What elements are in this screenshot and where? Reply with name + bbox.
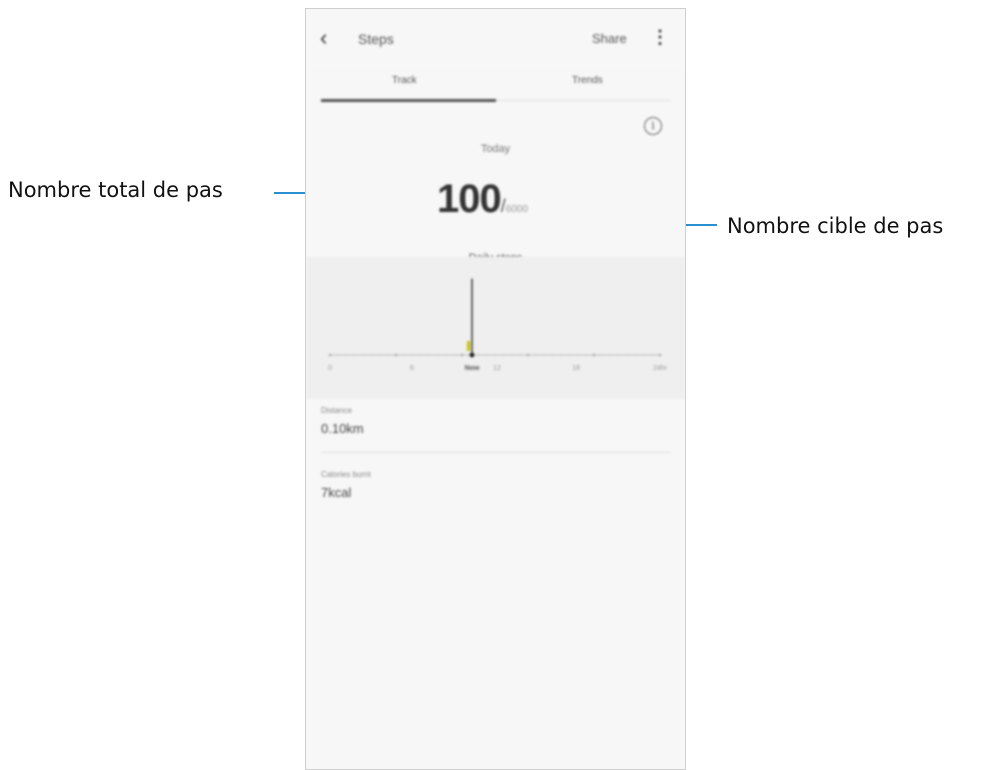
- chart-axis-dot: [370, 354, 372, 356]
- chart-axis-dot: [420, 354, 422, 356]
- now-marker: [467, 341, 470, 351]
- chart-axis-dot: [328, 353, 332, 357]
- chart-axis-dot: [642, 354, 645, 356]
- phone-screen: ‹ Steps Share ⋮ Track Trends i Today 100…: [305, 8, 686, 770]
- stat-calories-label: Calories burnt: [321, 470, 371, 479]
- chart-tick-label: 0: [328, 365, 332, 372]
- chart-axis-dot: [651, 354, 653, 356]
- tab-track[interactable]: Track: [392, 75, 417, 86]
- share-button[interactable]: Share: [592, 31, 627, 46]
- chart-axis-dot: [618, 354, 620, 356]
- chart-axis-dot: [552, 354, 554, 356]
- chart-canvas: [328, 278, 662, 358]
- chart-axis-dot: [502, 354, 504, 356]
- tab-selected-indicator: [321, 99, 496, 102]
- chart-axis-dot: [634, 354, 636, 356]
- chart-axis-dot: [354, 354, 356, 356]
- chart-axis-dot: [444, 354, 447, 356]
- chart-axis-dot: [601, 354, 603, 356]
- chart-tick-label: 18: [572, 365, 580, 372]
- chart-axis-dot: [609, 354, 612, 356]
- chart-axis-dot: [592, 353, 596, 357]
- day-label: Today: [480, 143, 511, 155]
- chart-axis-dot: [428, 354, 430, 356]
- tab-trends[interactable]: Trends: [572, 75, 603, 86]
- chart-tick-label: 12: [493, 365, 501, 372]
- chart-axis-dot: [543, 354, 546, 356]
- callout-goal-steps: Nombre cible de pas: [727, 214, 944, 238]
- chart-axis-dot: [519, 354, 521, 356]
- chart-axis-dot: [337, 354, 339, 356]
- chart-axis-dot: [345, 354, 348, 356]
- chart-axis-dot: [560, 354, 562, 356]
- chart-axis-dot: [362, 354, 364, 356]
- stat-distance-label: Distance: [321, 406, 353, 415]
- more-vertical-icon[interactable]: ⋮: [651, 27, 669, 48]
- now-dot: [469, 352, 475, 358]
- chart-axis-dot: [576, 354, 579, 356]
- chart-axis-dot: [477, 354, 480, 356]
- callout-total-steps: Nombre total de pas: [8, 178, 223, 202]
- chart-axis-dot: [526, 353, 530, 357]
- chart-tick-label: 6: [410, 365, 414, 372]
- tab-divider: [496, 100, 671, 101]
- chart-axis-dot: [585, 354, 587, 356]
- chart-axis-dot: [460, 353, 464, 357]
- chevron-left-icon[interactable]: ‹: [320, 25, 327, 51]
- chart-axis-dot: [453, 354, 455, 356]
- chart-axis-dot: [411, 354, 414, 356]
- page-title: Steps: [358, 31, 394, 47]
- stat-calories-value: 7kcal: [321, 485, 352, 500]
- goal-steps: 6000: [505, 204, 529, 215]
- chart-axis-dot: [494, 354, 496, 356]
- app-bar: ‹ Steps Share ⋮: [306, 9, 685, 69]
- chart-axis-dot: [387, 354, 389, 356]
- chart-axis-dot: [658, 353, 662, 357]
- chart-axis-dot: [568, 354, 570, 356]
- chart-axis-dot: [535, 354, 537, 356]
- chart-axis-dot: [510, 354, 513, 356]
- chart-axis-dot: [378, 354, 381, 356]
- total-steps: 100: [437, 177, 502, 221]
- stat-calories: Calories burnt 7kcal: [321, 470, 671, 500]
- chart-tick-label: 24hr: [652, 365, 668, 372]
- steps-chart: 0 6 Now 12 18 24hr: [306, 257, 685, 399]
- chart-axis-dot: [436, 354, 438, 356]
- chart-axis-dot: [394, 353, 398, 357]
- stat-distance: Distance 0.10km: [321, 406, 671, 436]
- info-icon[interactable]: i: [644, 117, 662, 135]
- chart-axis-dot: [626, 354, 628, 356]
- stat-distance-value: 0.10km: [321, 421, 364, 436]
- steps-summary: 100/6000: [437, 177, 528, 222]
- chart-axis-dot: [403, 354, 405, 356]
- details-background: [306, 399, 685, 769]
- stat-divider: [321, 452, 671, 453]
- chart-axis-dot: [486, 354, 488, 356]
- chart-tick-label: Now: [464, 365, 480, 372]
